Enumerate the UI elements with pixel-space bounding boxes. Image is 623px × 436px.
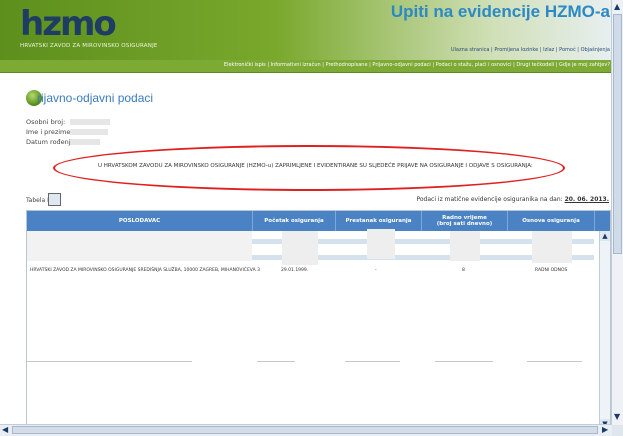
nav-links[interactable]: Elektronički ispis | Informativni izraču… bbox=[224, 62, 610, 68]
redacted-cell bbox=[367, 229, 395, 259]
field-label: Osobni broj: bbox=[26, 118, 66, 126]
print-icon[interactable] bbox=[48, 193, 61, 206]
redacted-value bbox=[70, 119, 110, 125]
horizontal-scroll-thumb[interactable] bbox=[12, 426, 598, 434]
hzmo-logo[interactable]: hzmo HRVATSKI ZAVOD ZA MIROVINSKO OSIGUR… bbox=[20, 4, 170, 52]
cell-pocetak: 29.01.1999. bbox=[281, 268, 309, 273]
data-date: 20. 06. 2013. bbox=[564, 196, 609, 203]
logo-text: hzmo bbox=[20, 4, 117, 44]
footer-line bbox=[435, 361, 493, 362]
page-title-text: rijavno-odjavni podaci bbox=[37, 91, 154, 105]
site-header: hzmo HRVATSKI ZAVOD ZA MIROVINSKO OSIGUR… bbox=[0, 0, 612, 60]
cell-osnova: RADNI ODNOS bbox=[535, 268, 568, 273]
redacted-cell bbox=[450, 231, 480, 261]
footer-line bbox=[27, 361, 192, 362]
scroll-right-icon[interactable]: ▶ bbox=[602, 425, 608, 435]
cell-prestanak: - bbox=[375, 268, 377, 273]
col-pocetak[interactable]: Početak osiguranja bbox=[253, 211, 336, 231]
field-ime-prezime: Ime i prezime: bbox=[26, 128, 108, 138]
col-osnova[interactable]: Osnova osiguranja bbox=[508, 211, 595, 231]
scroll-up-icon[interactable]: ▲ bbox=[600, 231, 610, 241]
table-footer-lines bbox=[27, 361, 594, 362]
cell-poslodavac: HRVATSKI ZAVOD ZA MIROVINSKO OSIGURANJE … bbox=[30, 268, 260, 273]
scroll-left-icon[interactable]: ◀ bbox=[2, 425, 8, 435]
footer-line bbox=[257, 361, 295, 362]
institution-name: HRVATSKI ZAVOD ZA MIROVINSKO OSIGURANJE bbox=[20, 43, 158, 49]
top-links[interactable]: Ulazna stranica | Promijena lozinke | Iz… bbox=[451, 47, 610, 53]
col-poslodavac[interactable]: POSLODAVAC bbox=[27, 211, 253, 231]
cell-radno-vrijeme: 8 bbox=[462, 268, 465, 273]
scrollbar-corner bbox=[612, 425, 623, 436]
main-nav: Elektronički ispis | Informativni izraču… bbox=[0, 60, 612, 73]
notice-text: U HRVATSKOM ZAVODU ZA MIROVINSKO OSIGURA… bbox=[98, 163, 533, 169]
table-caption: Tabela I bbox=[26, 193, 61, 206]
redacted-cell bbox=[282, 231, 318, 265]
col-radno-vrijeme-line2: (broj sati dnevno) bbox=[436, 221, 493, 227]
data-date-prefix: Podaci iz matične evidencije osiguranika… bbox=[416, 196, 563, 203]
page-vertical-scrollbar[interactable]: ▲ ▼ bbox=[611, 0, 623, 425]
redacted-value bbox=[70, 139, 100, 145]
page-horizontal-scrollbar[interactable]: ◀ ▶ bbox=[0, 424, 612, 436]
table-label: Tabela I bbox=[26, 197, 49, 204]
personal-info: Osobni broj: Ime i prezime: Datum rođenj… bbox=[26, 118, 110, 148]
footer-line bbox=[527, 361, 582, 362]
col-radno-vrijeme[interactable]: Radno vrijeme (broj sati dnevno) bbox=[422, 211, 508, 231]
table-header: POSLODAVAC Početak osiguranja Prestanak … bbox=[27, 211, 610, 231]
redacted-value bbox=[70, 129, 108, 135]
scroll-down-icon[interactable]: ▼ bbox=[614, 412, 620, 422]
field-datum-rodjenja: Datum rođenja: bbox=[26, 138, 100, 148]
data-date-line: Podaci iz matične evidencije osiguranika… bbox=[416, 196, 609, 203]
redacted-cell bbox=[532, 231, 572, 263]
col-prestanak[interactable]: Prestanak osiguranja bbox=[336, 211, 422, 231]
field-osobni-broj: Osobni broj: bbox=[26, 118, 110, 128]
footer-line bbox=[345, 361, 400, 362]
app-title: Upiti na evidencije HZMO-a bbox=[390, 2, 610, 21]
insurance-table: POSLODAVAC Početak osiguranja Prestanak … bbox=[26, 210, 611, 430]
field-label: Ime i prezime: bbox=[26, 128, 73, 136]
scroll-up-icon[interactable]: ▲ bbox=[614, 2, 620, 12]
table-scrollbar[interactable]: ▲ ▼ bbox=[599, 231, 610, 429]
vertical-scroll-thumb[interactable] bbox=[613, 14, 622, 254]
redacted-cell bbox=[27, 231, 252, 261]
